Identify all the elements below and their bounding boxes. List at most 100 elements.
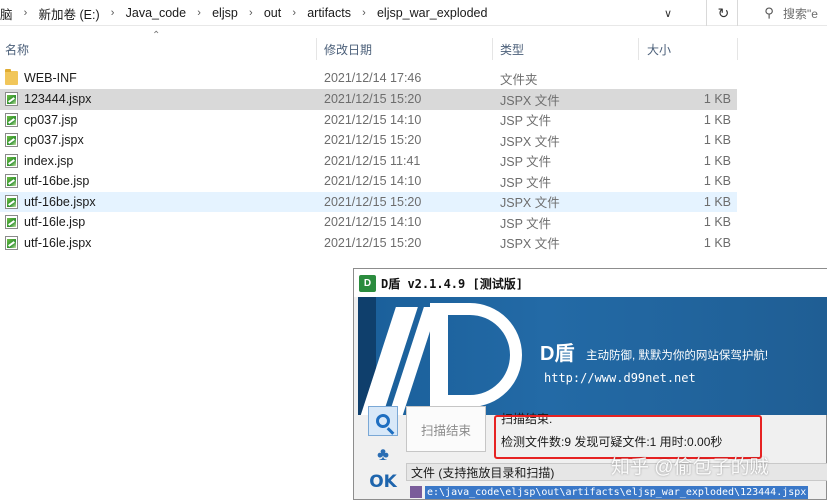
file-name: utf-16le.jspx xyxy=(24,235,92,250)
jsp-file-icon xyxy=(5,112,18,127)
file-row[interactable]: cp037.jsp 2021/12/15 14:10 JSP 文件 1 KB xyxy=(0,110,737,131)
chevron-down-icon[interactable]: ∨ xyxy=(655,0,681,26)
file-date: 2021/12/15 14:10 xyxy=(324,174,422,189)
breadcrumb-this-pc[interactable]: 脑 xyxy=(0,0,13,26)
file-row[interactable]: utf-16le.jsp 2021/12/15 14:10 JSP 文件 1 K… xyxy=(0,212,737,233)
jsp-file-icon xyxy=(5,153,18,168)
file-date: 2021/12/15 15:20 xyxy=(324,194,422,209)
file-size: 1 KB xyxy=(703,215,731,230)
breadcrumb-out[interactable]: out xyxy=(264,0,281,26)
clear-tool-button[interactable]: ♣ xyxy=(368,439,398,469)
file-name: utf-16be.jspx xyxy=(24,194,96,209)
column-divider[interactable] xyxy=(316,38,317,60)
file-name: utf-16le.jsp xyxy=(24,215,86,230)
breadcrumb-eljsp[interactable]: eljsp xyxy=(212,0,238,26)
breadcrumb-drive[interactable]: 新加卷 (E:) xyxy=(39,0,100,26)
folder-icon xyxy=(5,69,18,85)
column-divider[interactable] xyxy=(638,38,639,60)
file-row[interactable]: utf-16be.jsp 2021/12/15 14:10 JSP 文件 1 K… xyxy=(0,171,737,192)
search-placeholder: 搜索"e xyxy=(783,6,818,21)
breadcrumb-war-exploded[interactable]: eljsp_war_exploded xyxy=(377,0,488,26)
dshield-banner: D盾 主动防御, 默默为你的网站保驾护航! http://www.d99net.… xyxy=(358,297,827,415)
dshield-title-bar[interactable]: D D盾 v2.1.4.9 [测试版] xyxy=(354,269,827,297)
address-bar[interactable]: 脑 › 新加卷 (E:) › Java_code › eljsp › out ›… xyxy=(0,0,707,26)
chevron-right-icon[interactable]: › xyxy=(281,0,307,26)
column-divider[interactable] xyxy=(737,38,738,60)
breadcrumb-artifacts[interactable]: artifacts xyxy=(307,0,351,26)
file-date: 2021/12/15 15:20 xyxy=(324,92,422,107)
ok-label: OK xyxy=(369,472,397,492)
watermark: 知乎 @偷包子的贼 xyxy=(611,457,769,478)
column-divider[interactable] xyxy=(492,38,493,60)
file-row[interactable]: index.jsp 2021/12/15 11:41 JSP 文件 1 KB xyxy=(0,151,737,172)
breadcrumb-java-code[interactable]: Java_code xyxy=(126,0,186,26)
file-name: WEB-INF xyxy=(24,71,77,86)
file-type: JSPX 文件 xyxy=(500,237,560,252)
file-name: cp037.jspx xyxy=(24,133,84,148)
chevron-right-icon[interactable]: › xyxy=(238,0,264,26)
jsp-file-icon xyxy=(5,174,18,188)
file-type: JSP 文件 xyxy=(500,155,552,170)
file-type: JSPX 文件 xyxy=(500,93,560,108)
file-date: 2021/12/15 15:20 xyxy=(324,133,422,148)
file-size: 1 KB xyxy=(703,92,731,107)
file-row[interactable]: utf-16le.jspx 2021/12/15 15:20 JSPX 文件 1… xyxy=(0,233,737,254)
scan-tool-button[interactable] xyxy=(368,406,398,436)
search-icon: ⚲ xyxy=(764,5,774,20)
file-type: 文件夹 xyxy=(500,72,538,87)
file-type: JSPX 文件 xyxy=(500,134,560,149)
file-type: JSPX 文件 xyxy=(500,196,560,211)
column-header-name[interactable]: 名称 xyxy=(5,38,29,60)
file-date: 2021/12/15 14:10 xyxy=(324,112,422,127)
banner-url: http://www.d99net.net xyxy=(544,371,696,385)
file-date: 2021/12/15 14:10 xyxy=(324,215,422,230)
column-header-size[interactable]: 大小 xyxy=(647,38,671,60)
jsp-file-icon xyxy=(5,194,18,209)
search-input[interactable]: ⚲ 搜索"e xyxy=(755,0,827,26)
file-size: 1 KB xyxy=(703,194,731,209)
magnifier-icon xyxy=(376,414,390,428)
suspicious-file-path: e:\java_code\eljsp\out\artifacts\eljsp_w… xyxy=(425,485,809,499)
dshield-logo-icon: D xyxy=(359,274,376,292)
chevron-right-icon[interactable]: › xyxy=(186,0,212,26)
banner-slogan: 主动防御, 默默为你的网站保驾护航! xyxy=(586,350,769,362)
suspicious-file-row[interactable]: e:\java_code\eljsp\out\artifacts\eljsp_w… xyxy=(410,483,827,500)
scan-finished-button[interactable]: 扫描结束 xyxy=(406,406,486,452)
file-type: JSP 文件 xyxy=(500,175,552,190)
file-icon xyxy=(410,486,422,498)
refresh-icon[interactable]: ↻ xyxy=(710,0,738,26)
file-size: 1 KB xyxy=(703,153,731,168)
file-date: 2021/12/15 11:41 xyxy=(324,153,421,168)
file-row[interactable]: utf-16be.jspx 2021/12/15 15:20 JSPX 文件 1… xyxy=(0,191,737,212)
chevron-right-icon[interactable]: › xyxy=(100,0,126,26)
file-name: utf-16be.jsp xyxy=(24,174,90,189)
file-size: 1 KB xyxy=(703,112,731,127)
column-header-type[interactable]: 类型 xyxy=(500,38,524,60)
file-type: JSP 文件 xyxy=(500,114,552,129)
dshield-title: D盾 v2.1.4.9 [测试版] xyxy=(381,276,523,291)
file-row[interactable]: WEB-INF 2021/12/14 17:46 文件夹 xyxy=(0,68,737,89)
file-name: cp037.jsp xyxy=(24,112,78,127)
banner-brand: D盾 xyxy=(540,343,575,365)
file-date: 2021/12/15 15:20 xyxy=(324,235,422,250)
jsp-file-icon xyxy=(5,215,18,229)
address-bar-row: 脑 › 新加卷 (E:) › Java_code › eljsp › out ›… xyxy=(0,0,827,26)
file-type: JSP 文件 xyxy=(500,216,552,231)
broom-icon: ♣ xyxy=(377,443,389,464)
ok-tool-button[interactable]: OK xyxy=(368,467,398,497)
file-size: 1 KB xyxy=(703,133,731,148)
file-size: 1 KB xyxy=(703,235,731,250)
jsp-file-icon xyxy=(5,235,18,250)
file-row[interactable]: 123444.jspx 2021/12/15 15:20 JSPX 文件 1 K… xyxy=(0,89,737,110)
file-row[interactable]: cp037.jspx 2021/12/15 15:20 JSPX 文件 1 KB xyxy=(0,130,737,151)
file-name: index.jsp xyxy=(24,153,74,168)
jsp-file-icon xyxy=(5,92,18,106)
banner-d-logo xyxy=(430,303,522,407)
jsp-file-icon xyxy=(5,133,18,147)
sort-ascending-icon: ⌃ xyxy=(152,30,161,41)
column-header-modified[interactable]: 修改日期 xyxy=(324,38,372,60)
chevron-right-icon[interactable]: › xyxy=(351,0,377,26)
chevron-right-icon[interactable]: › xyxy=(13,0,39,26)
file-size: 1 KB xyxy=(703,174,731,189)
file-date: 2021/12/14 17:46 xyxy=(324,71,422,86)
